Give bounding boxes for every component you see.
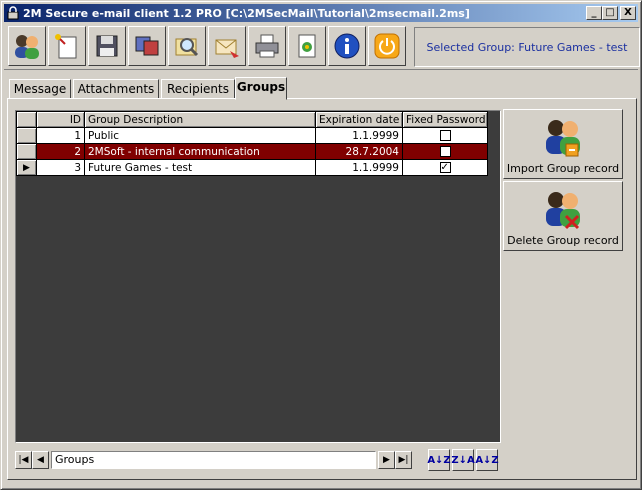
sort-descending-button[interactable]: Z↓A: [451, 449, 475, 471]
tab-groups[interactable]: Groups: [235, 77, 287, 100]
wizard-button[interactable]: [288, 26, 326, 66]
cell-id[interactable]: 3: [36, 159, 85, 176]
title-bar[interactable]: 2M Secure e-mail client 1.2 PRO [C:\2MSe…: [4, 4, 638, 22]
row-indicator-header: [16, 111, 37, 128]
cell-expiration[interactable]: 1.1.9999: [315, 127, 403, 144]
info-icon: [334, 33, 360, 59]
column-header-fixed-password[interactable]: Fixed Password: [402, 111, 488, 128]
fixed-password-checkbox[interactable]: [439, 162, 451, 173]
delete-group-icon: [546, 192, 580, 230]
power-icon: [374, 33, 400, 59]
fixed-password-checkbox[interactable]: [439, 146, 451, 157]
navigator-label: Groups: [51, 451, 376, 469]
cell-fixed-password[interactable]: [402, 127, 488, 144]
users-icon: [15, 35, 39, 59]
cell-expiration[interactable]: 1.1.9999: [315, 159, 403, 176]
cell-id[interactable]: 1: [36, 127, 85, 144]
info-button[interactable]: [328, 26, 366, 66]
save-button[interactable]: [88, 26, 126, 66]
new-message-button[interactable]: [48, 26, 86, 66]
app-window: 2M Secure e-mail client 1.2 PRO [C:\2MSe…: [0, 0, 642, 490]
row-indicator[interactable]: [16, 143, 37, 160]
sort-ascending-button[interactable]: A↓Z: [427, 449, 451, 471]
cell-expiration[interactable]: 28.7.2004: [315, 143, 403, 160]
last-record-button[interactable]: ▶|: [395, 451, 412, 469]
delete-group-button[interactable]: Delete Group record: [503, 181, 623, 251]
maximize-button[interactable]: □: [602, 6, 618, 20]
cell-fixed-password[interactable]: [402, 159, 488, 176]
groups-table: ID Group Description Expiration date Fix…: [16, 111, 488, 176]
selected-group-label: Selected Group: Future Games - test: [414, 27, 640, 67]
lock-icon: [7, 6, 19, 20]
window-title: 2M Secure e-mail client 1.2 PRO [C:\2MSe…: [23, 6, 470, 20]
groups-panel: ID Group Description Expiration date Fix…: [7, 98, 637, 480]
cell-id[interactable]: 2: [36, 143, 85, 160]
toolbar: Selected Group: Future Games - test: [4, 24, 640, 70]
send-mail-icon: [215, 39, 239, 58]
column-header-id[interactable]: ID: [36, 111, 85, 128]
print-button[interactable]: [248, 26, 286, 66]
sort-reset-button[interactable]: A↓Z: [475, 449, 499, 471]
find-icon: [175, 38, 199, 57]
wizard-icon: [298, 34, 316, 58]
current-row-arrow-icon: ▶: [23, 162, 30, 173]
cell-description[interactable]: 2MSoft - internal communication: [84, 143, 316, 160]
minimize-button[interactable]: _: [586, 6, 602, 20]
find-button[interactable]: [168, 26, 206, 66]
column-header-expiration[interactable]: Expiration date: [315, 111, 403, 128]
import-group-button[interactable]: Import Group record: [503, 109, 623, 179]
column-header-description[interactable]: Group Description: [84, 111, 316, 128]
table-header-row: ID Group Description Expiration date Fix…: [16, 111, 488, 128]
new-message-icon: [55, 34, 77, 59]
exit-button[interactable]: [368, 26, 406, 66]
print-icon: [255, 34, 279, 58]
cell-description[interactable]: Future Games - test: [84, 159, 316, 176]
import-group-icon: [546, 120, 580, 157]
row-indicator[interactable]: ▶: [16, 159, 37, 176]
prior-record-button[interactable]: ◀: [32, 451, 49, 469]
save-icon: [96, 35, 118, 57]
table-row[interactable]: 2 2MSoft - internal communication 28.7.2…: [16, 143, 488, 160]
first-record-button[interactable]: |◀: [15, 451, 32, 469]
exchange-icon: [135, 36, 159, 56]
next-record-button[interactable]: ▶: [378, 451, 395, 469]
tab-attachments[interactable]: Attachments: [73, 79, 159, 99]
table-row[interactable]: ▶ 3 Future Games - test 1.1.9999: [16, 159, 488, 176]
tab-message[interactable]: Message: [9, 79, 71, 99]
tab-recipients[interactable]: Recipients: [161, 79, 235, 99]
import-group-label: Import Group record: [506, 162, 620, 175]
sort-toolbar: A↓Z Z↓A A↓Z: [427, 449, 500, 471]
users-button[interactable]: [8, 26, 46, 66]
delete-group-label: Delete Group record: [507, 234, 619, 247]
groups-grid: ID Group Description Expiration date Fix…: [15, 110, 501, 443]
fixed-password-checkbox[interactable]: [439, 130, 451, 141]
cell-fixed-password[interactable]: [402, 143, 488, 160]
record-navigator: |◀ ◀ Groups ▶ ▶|: [15, 449, 427, 471]
row-indicator[interactable]: [16, 127, 37, 144]
exchange-button[interactable]: [128, 26, 166, 66]
close-button[interactable]: X: [620, 6, 636, 20]
table-row[interactable]: 1 Public 1.1.9999: [16, 127, 488, 144]
send-mail-button[interactable]: [208, 26, 246, 66]
cell-description[interactable]: Public: [84, 127, 316, 144]
